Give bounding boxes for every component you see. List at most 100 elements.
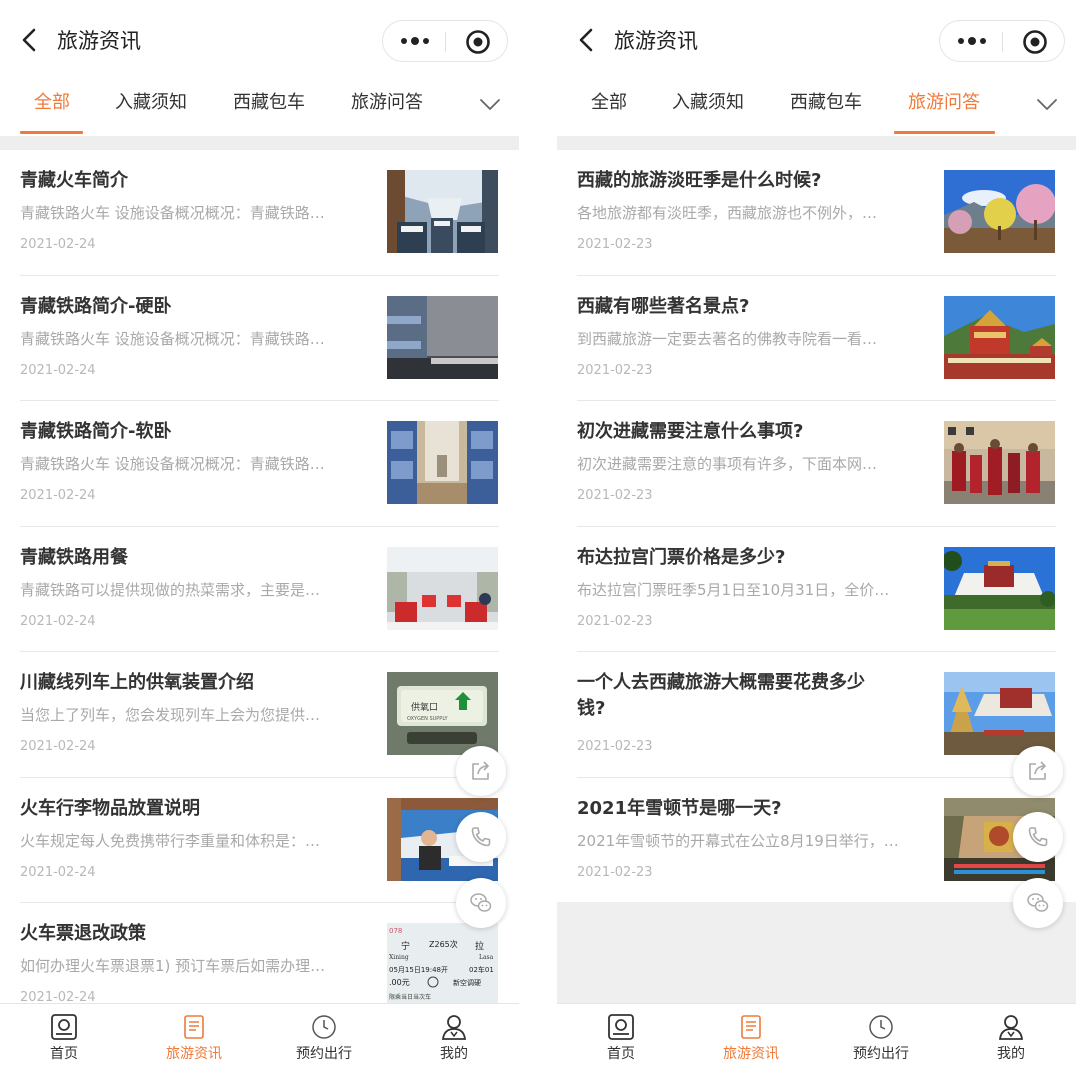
- article-summary: 青藏铁路火车 设施设备概况概况：青藏铁路…: [20, 329, 325, 348]
- chevron-down-icon[interactable]: [478, 94, 502, 114]
- article-title: 初次进藏需要注意什么事项?: [577, 421, 804, 442]
- list-item[interactable]: 西藏有哪些著名景点? 到西藏旅游一定要去著名的佛教寺院看一看… 2021-02-…: [557, 276, 1076, 401]
- article-date: 2021-02-24: [20, 613, 96, 629]
- article-date: 2021-02-23: [577, 362, 653, 378]
- list-item[interactable]: 初次进藏需要注意什么事项? 初次进藏需要注意的事项有许多，下面本网… 2021-…: [557, 401, 1076, 527]
- article-summary: 青藏铁路可以提供现做的热菜需求，主要是…: [20, 580, 321, 599]
- tab-travel-news[interactable]: 旅游资讯: [149, 1004, 239, 1072]
- article-summary: 火车规定每人免费携带行李重量和体积是：…: [20, 831, 321, 850]
- article-summary: 青藏铁路火车 设施设备概况概况：青藏铁路…: [20, 455, 325, 473]
- mini-program-capsule: [382, 20, 508, 62]
- more-icon[interactable]: [954, 31, 990, 51]
- back-arrow-icon[interactable]: [575, 26, 601, 54]
- tab-travel-news[interactable]: 旅游资讯: [706, 1004, 796, 1072]
- tab-booking[interactable]: 预约出行: [279, 1004, 369, 1072]
- tab-car-charter[interactable]: 西藏包车: [233, 90, 305, 116]
- article-thumbnail: [387, 295, 498, 379]
- article-thumbnail: [944, 295, 1055, 379]
- ticket-note: 限乘当日当次车: [389, 993, 431, 1001]
- article-date: 2021-02-24: [20, 739, 96, 754]
- article-title: 川藏线列车上的供氧装置介绍: [20, 672, 254, 693]
- tab-travel-news-label: 旅游资讯: [723, 1046, 779, 1062]
- tab-car-charter[interactable]: 西藏包车: [790, 90, 862, 116]
- capsule-divider: [1002, 32, 1003, 52]
- category-tabs: 全部 入藏须知 西藏包车 旅游问答: [0, 80, 519, 136]
- call-button[interactable]: [1013, 812, 1063, 862]
- list-item[interactable]: 青藏铁路用餐 青藏铁路可以提供现做的热菜需求，主要是… 2021-02-24: [0, 527, 519, 652]
- home-icon: [608, 1014, 634, 1040]
- article-thumbnail: [944, 546, 1055, 630]
- tab-booking-label: 预约出行: [296, 1046, 352, 1062]
- tab-all[interactable]: 全部: [34, 90, 70, 116]
- share-button[interactable]: [1013, 746, 1063, 796]
- article-date: 2021-02-24: [20, 488, 96, 503]
- close-miniprogram-icon[interactable]: [1022, 29, 1048, 55]
- chevron-down-icon[interactable]: [1035, 94, 1059, 114]
- ticket-price: .00元: [389, 978, 410, 987]
- page-title: 旅游资讯: [57, 29, 141, 53]
- close-miniprogram-icon[interactable]: [465, 29, 491, 55]
- ticket-departure: 05月15日19:48开: [389, 966, 448, 974]
- active-tab-indicator: [894, 131, 995, 134]
- section-divider: [557, 136, 1076, 150]
- article-title: 西藏的旅游淡旺季是什么时候?: [577, 170, 822, 191]
- article-title: 火车票退改政策: [20, 923, 146, 944]
- tab-home-label: 首页: [50, 1046, 78, 1062]
- list-item[interactable]: 西藏的旅游淡旺季是什么时候? 各地旅游都有淡旺季，西藏旅游也不例外，… 2021…: [557, 150, 1076, 276]
- tab-mine[interactable]: 我的: [966, 1004, 1056, 1072]
- list-item[interactable]: 青藏铁路简介-软卧 青藏铁路火车 设施设备概况概况：青藏铁路… 2021-02-…: [0, 401, 519, 527]
- article-title: 一个人去西藏旅游大概需要花费多少钱?: [577, 672, 865, 719]
- clock-icon: [869, 1015, 893, 1039]
- ticket-train-no: Z265次: [429, 939, 458, 949]
- list-item[interactable]: 火车行李物品放置说明 火车规定每人免费携带行李重量和体积是：… 2021-02-…: [0, 778, 519, 903]
- ticket-to-station: 拉: [475, 940, 484, 952]
- list-item[interactable]: 青藏铁路简介-硬卧 青藏铁路火车 设施设备概况概况：青藏铁路… 2021-02-…: [0, 276, 519, 401]
- navigation-bar: 旅游资讯: [557, 0, 1076, 80]
- list-item[interactable]: 青藏火车简介 青藏铁路火车 设施设备概况概况：青藏铁路… 2021-02-24: [0, 150, 519, 276]
- user-icon: [441, 1015, 467, 1040]
- article-date: 2021-02-23: [577, 739, 653, 754]
- tab-travel-qa[interactable]: 旅游问答: [351, 90, 423, 116]
- article-thumbnail: [944, 672, 1055, 755]
- wechat-button[interactable]: [456, 878, 506, 928]
- back-arrow-icon[interactable]: [18, 26, 44, 54]
- tab-home[interactable]: 首页: [19, 1004, 109, 1072]
- article-summary: 当您上了列车，您会发现列车上会为您提供…: [20, 706, 321, 724]
- tab-entry-notes[interactable]: 入藏须知: [672, 90, 744, 116]
- user-icon: [998, 1015, 1024, 1040]
- article-thumbnail: 供氧口 OXYGEN SUPPLY: [387, 672, 498, 755]
- article-summary: 到西藏旅游一定要去著名的佛教寺院看一看…: [577, 329, 878, 348]
- section-divider: [0, 136, 519, 150]
- phone-screen-right: 旅游资讯 全部 入藏须知 西藏包车 旅游问答 西藏的旅游淡旺季是什么时候? 各地…: [557, 0, 1076, 1072]
- news-icon: [741, 1015, 761, 1039]
- capsule-divider: [445, 32, 446, 52]
- ticket-from-pinyin: Xining: [389, 954, 409, 961]
- article-thumbnail: [944, 170, 1055, 253]
- tab-mine-label: 我的: [440, 1046, 468, 1062]
- wechat-button[interactable]: [1013, 878, 1063, 928]
- page-title: 旅游资讯: [614, 29, 698, 53]
- article-date: 2021-02-23: [577, 237, 653, 252]
- article-summary: 青藏铁路火车 设施设备概况概况：青藏铁路…: [20, 204, 325, 222]
- article-list: 西藏的旅游淡旺季是什么时候? 各地旅游都有淡旺季，西藏旅游也不例外，… 2021…: [557, 150, 1076, 903]
- tab-mine[interactable]: 我的: [409, 1004, 499, 1072]
- article-title: 青藏火车简介: [20, 170, 128, 191]
- article-date: 2021-02-24: [20, 864, 96, 880]
- article-title: 青藏铁路简介-硬卧: [20, 295, 172, 317]
- tab-booking[interactable]: 预约出行: [836, 1004, 926, 1072]
- list-item[interactable]: 川藏线列车上的供氧装置介绍 当您上了列车，您会发现列车上会为您提供… 2021-…: [0, 652, 519, 778]
- tab-entry-notes[interactable]: 入藏须知: [115, 90, 187, 116]
- more-icon[interactable]: [397, 31, 433, 51]
- tab-all[interactable]: 全部: [591, 90, 627, 116]
- list-item[interactable]: 布达拉宫门票价格是多少? 布达拉宫门票旺季5月1日至10月31日，全价… 202…: [557, 527, 1076, 652]
- list-item[interactable]: 2021年雪顿节是哪一天? 2021年雪顿节的开幕式在公立8月19日举行，… 2…: [557, 778, 1076, 904]
- call-button[interactable]: [456, 812, 506, 862]
- ticket-seat: 02车01: [469, 965, 494, 974]
- tab-travel-qa[interactable]: 旅游问答: [908, 90, 980, 116]
- share-button[interactable]: [456, 746, 506, 796]
- article-title: 火车行李物品放置说明: [20, 797, 200, 819]
- bottom-tab-bar: 首页 旅游资讯 预约出行 我的: [0, 1003, 519, 1072]
- article-thumbnail: [944, 421, 1055, 504]
- tab-home[interactable]: 首页: [576, 1004, 666, 1072]
- list-item[interactable]: 一个人去西藏旅游大概需要花费多少钱? 2021-02-23: [557, 652, 1076, 778]
